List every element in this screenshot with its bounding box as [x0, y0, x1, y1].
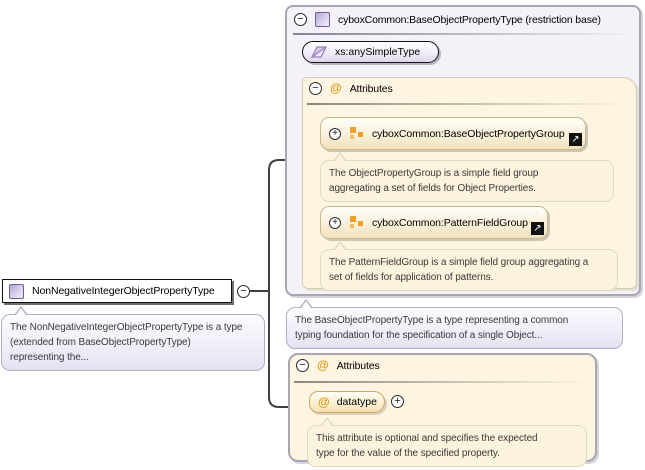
base-type-title: cyboxCommon:BaseObjectPropertyType (rest… [338, 13, 601, 26]
base-attributes-section: − @ Attributes + cyboxCommon:BaseObjectP… [302, 77, 637, 291]
attributes-title: Attributes [349, 82, 393, 95]
collapse-icon: − [299, 359, 306, 371]
collapse-icon: − [297, 13, 304, 25]
open-link-icon[interactable]: ↗ [531, 222, 544, 235]
simple-type-label: xs:anySimpleType [335, 46, 421, 58]
base-type-panel-header: − cyboxCommon:BaseObjectPropertyType (re… [294, 12, 601, 27]
header-divider [294, 381, 592, 383]
expand-toggle-group[interactable]: + [329, 127, 341, 140]
complex-type-icon [315, 12, 330, 27]
attributes-header: − @ Attributes [296, 359, 380, 372]
group-base-object-property-group[interactable]: + cyboxCommon:BaseObjectPropertyGroup ↗ [320, 117, 586, 150]
attributes-title: Attributes [336, 359, 380, 372]
collapse-toggle-left-node[interactable]: − [237, 285, 250, 298]
simple-type-icon [311, 46, 327, 58]
attributes-header: − @ Attributes [309, 82, 393, 95]
attribute-name: datatype [336, 396, 377, 408]
schema-diagram: NonNegativeIntegerObjectPropertyType − T… [0, 0, 645, 470]
header-divider [293, 33, 637, 35]
expand-toggle-datatype[interactable]: + [391, 395, 404, 408]
collapse-icon: − [240, 285, 247, 297]
attribute-at-icon: @ [318, 394, 330, 409]
complex-type-icon [9, 283, 24, 299]
expand-icon: + [394, 395, 401, 407]
collapse-toggle-base-panel[interactable]: − [294, 13, 307, 26]
attribute-description: This attribute is optional and specifies… [307, 417, 587, 467]
open-link-icon[interactable]: ↗ [569, 133, 582, 146]
group-label: cyboxCommon:BaseObjectPropertyGroup [372, 127, 565, 140]
node-nonnegativeinteger-type[interactable]: NonNegativeIntegerObjectPropertyType [2, 279, 232, 303]
group-description: The PatternFieldGroup is a simple field … [320, 241, 618, 291]
group-label: cyboxCommon:PatternFieldGroup [372, 216, 528, 229]
left-node-description: The NonNegativeIntegerObjectPropertyType… [1, 306, 265, 371]
collapse-icon: − [312, 82, 319, 94]
expand-icon: + [332, 128, 338, 139]
header-divider [307, 103, 631, 105]
expand-icon: + [332, 217, 338, 228]
capsule-any-simple-type[interactable]: xs:anySimpleType [302, 41, 439, 63]
group-description: The ObjectPropertyGroup is a simple fiel… [320, 152, 614, 202]
attribute-group-icon [350, 127, 363, 140]
base-type-description: The BaseObjectPropertyType is a type rep… [286, 299, 623, 349]
attribute-at-icon: @ [330, 81, 342, 95]
attribute-at-icon: @ [317, 358, 329, 372]
arrow-icon: ↗ [571, 133, 580, 145]
collapse-toggle-attributes[interactable]: − [309, 82, 322, 95]
attribute-datatype[interactable]: @ datatype [309, 391, 385, 413]
expand-toggle-group[interactable]: + [329, 216, 341, 229]
node-label: NonNegativeIntegerObjectPropertyType [32, 285, 215, 297]
base-type-panel: − cyboxCommon:BaseObjectPropertyType (re… [285, 5, 641, 296]
attribute-group-icon [350, 216, 363, 229]
group-pattern-field-group[interactable]: + cyboxCommon:PatternFieldGroup ↗ [320, 206, 548, 239]
arrow-icon: ↗ [533, 222, 542, 234]
own-attributes-panel: − @ Attributes @ datatype + This attribu… [288, 353, 597, 467]
collapse-toggle-attributes[interactable]: − [296, 359, 309, 372]
